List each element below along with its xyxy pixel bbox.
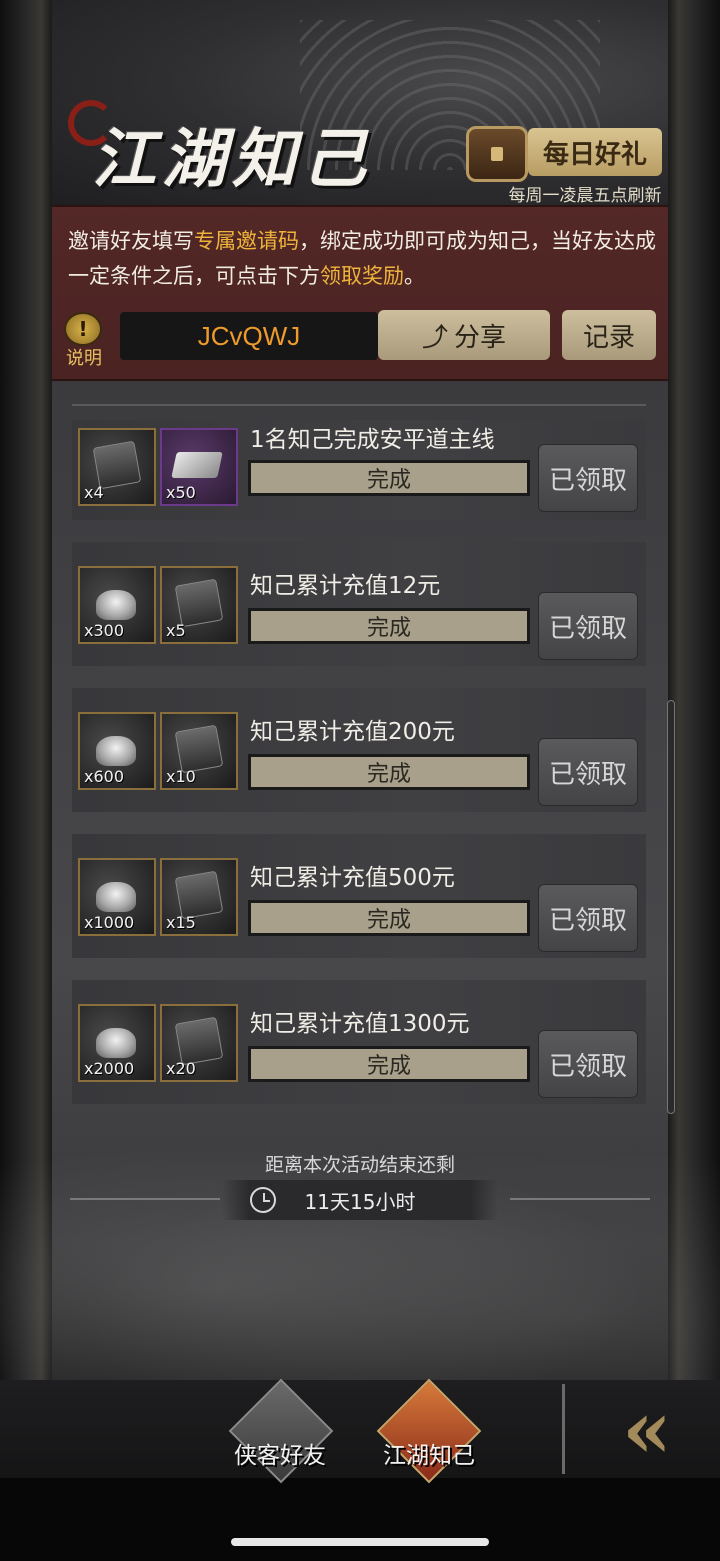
reward-slot[interactable]: x15 — [160, 858, 238, 936]
nav-divider — [562, 1384, 565, 1474]
countdown-divider-right — [510, 1198, 650, 1200]
silver-ingot-icon — [96, 736, 136, 766]
claimed-button[interactable]: 已领取 — [538, 444, 638, 512]
invite-text-1: 邀请好友填写 — [68, 229, 194, 253]
nav-tab-jianghu-label: 江湖知己 — [383, 1443, 475, 1469]
invite-highlight-code: 专属邀请码 — [194, 229, 299, 253]
reward-qty: x10 — [166, 767, 196, 786]
share-icon: ⤴ — [421, 322, 448, 353]
task-card: x1000 x15 知己累计充值500元 完成 已领取 — [72, 834, 646, 958]
claimed-button[interactable]: 已领取 — [538, 1030, 638, 1098]
reward-qty: x300 — [84, 621, 125, 640]
reward-slot[interactable]: x1000 — [78, 858, 156, 936]
reward-slot[interactable]: x20 — [160, 1004, 238, 1082]
reward-slot[interactable]: x300 — [78, 566, 156, 644]
task-title: 知己累计充值1300元 — [250, 1011, 470, 1037]
clock-icon — [250, 1187, 276, 1213]
task-card: x300 x5 知己累计充值12元 完成 已领取 — [72, 542, 646, 666]
silver-ingot-icon — [96, 882, 136, 912]
reward-qty: x20 — [166, 1059, 196, 1078]
nav-tab-friends[interactable]: 侠客好友 — [228, 1378, 334, 1484]
bottom-safe-area — [0, 1478, 720, 1561]
reward-qty: x50 — [166, 483, 196, 502]
task-progress-bar: 完成 — [248, 754, 530, 790]
reward-slot[interactable]: x5 — [160, 566, 238, 644]
list-top-divider — [72, 404, 646, 406]
invite-text-3: 。 — [404, 264, 425, 288]
countdown-divider-left — [70, 1198, 220, 1200]
reward-slot[interactable]: x2000 — [78, 1004, 156, 1082]
task-title: 知己累计充值500元 — [250, 865, 455, 891]
reward-slot[interactable]: x4 — [78, 428, 156, 506]
home-indicator[interactable] — [231, 1538, 489, 1546]
reward-slot[interactable]: x50 — [160, 428, 238, 506]
invite-highlight-reward: 领取奖励 — [320, 264, 404, 288]
refresh-note: 每周一凌晨五点刷新 — [508, 186, 662, 206]
help-icon[interactable]: ! — [64, 312, 102, 346]
share-label: 分享 — [454, 322, 507, 353]
task-title: 知己累计充值12元 — [250, 573, 441, 599]
reward-slot[interactable]: x10 — [160, 712, 238, 790]
share-button[interactable]: ⤴ 分享 — [378, 310, 550, 360]
reward-qty: x15 — [166, 913, 196, 932]
invite-code-field: JCvQWJ — [120, 312, 378, 360]
invite-description: 邀请好友填写专属邀请码，绑定成功即可成为知己，当好友达成一定条件之后，可点击下方… — [68, 224, 658, 294]
record-button[interactable]: 记录 — [562, 310, 656, 360]
reward-qty: x2000 — [84, 1059, 135, 1078]
claimed-button[interactable]: 已领取 — [538, 592, 638, 660]
task-progress-bar: 完成 — [248, 608, 530, 644]
treasure-chest-icon[interactable] — [466, 126, 528, 182]
daily-gift-button[interactable]: 每日好礼 — [528, 128, 662, 176]
reward-qty: x600 — [84, 767, 125, 786]
task-title: 1名知己完成安平道主线 — [250, 427, 495, 453]
task-progress-bar: 完成 — [248, 1046, 530, 1082]
reward-qty: x4 — [84, 483, 104, 502]
silver-ingot-icon — [96, 590, 136, 620]
task-card: x2000 x20 知己累计充值1300元 完成 已领取 — [72, 980, 646, 1104]
claimed-button[interactable]: 已领取 — [538, 884, 638, 952]
nav-tab-friends-label: 侠客好友 — [234, 1443, 326, 1469]
task-card: x600 x10 知己累计充值200元 完成 已领取 — [72, 688, 646, 812]
help-label[interactable]: 说明 — [62, 344, 106, 370]
claimed-button[interactable]: 已领取 — [538, 738, 638, 806]
silver-bar-icon — [171, 452, 223, 478]
list-scrollbar[interactable] — [667, 700, 675, 1114]
countdown-label: 距离本次活动结束还剩 — [264, 1154, 455, 1176]
silver-ingot-icon — [96, 1028, 136, 1058]
nav-tab-jianghu[interactable]: 江湖知己 — [374, 1378, 484, 1484]
task-progress-bar: 完成 — [248, 460, 530, 496]
task-title: 知己累计充值200元 — [250, 719, 455, 745]
page-title: 江湖知己 — [92, 122, 372, 197]
collapse-arrow-icon[interactable]: « — [580, 1382, 700, 1476]
task-progress-bar: 完成 — [248, 900, 530, 936]
reward-qty: x1000 — [84, 913, 135, 932]
task-card: x4 x50 1名知己完成安平道主线 完成 已领取 — [72, 420, 646, 520]
reward-slot[interactable]: x600 — [78, 712, 156, 790]
reward-qty: x5 — [166, 621, 186, 640]
